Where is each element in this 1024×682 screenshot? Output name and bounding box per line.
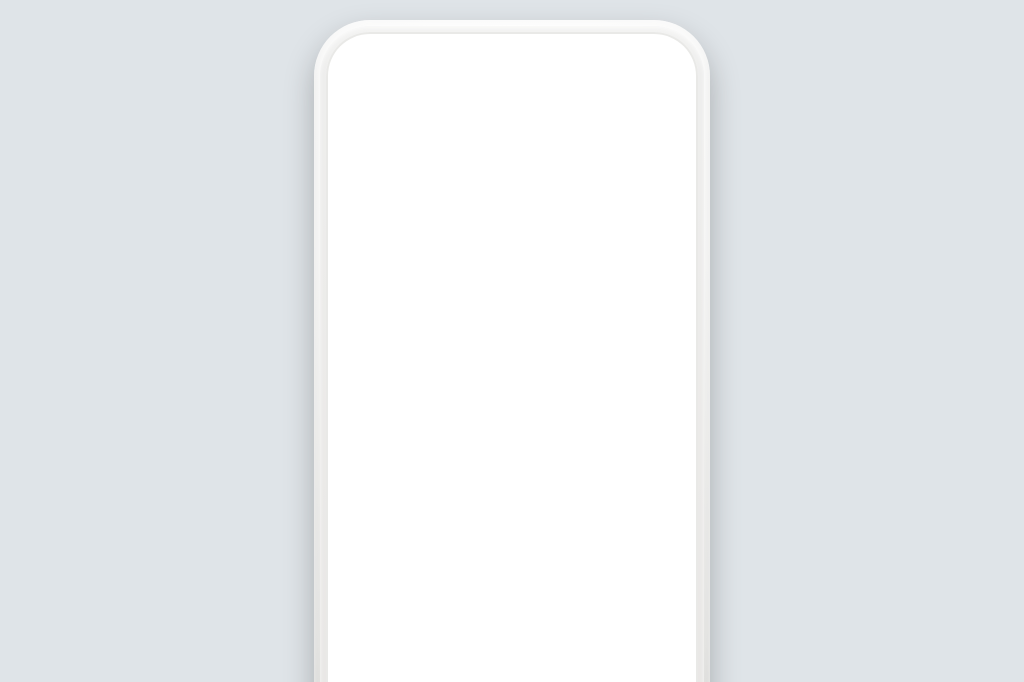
screen: 06:00 M + KAT Ort bearbeiten Landkreis H… (342, 110, 682, 682)
toggle-row: Verkehrsunfall (358, 542, 666, 587)
app-bar: M + (342, 138, 682, 198)
status-time: 06:00 (638, 117, 674, 132)
toggle-switch[interactable] (602, 417, 648, 441)
status-bar: 06:00 (342, 110, 682, 138)
enable-notifications-button[interactable]: Benachrichtigungen aktivieren (376, 249, 648, 307)
modal-scrim[interactable] (342, 110, 682, 682)
dialog-title: Ort bearbeiten (358, 152, 666, 205)
signal-icon (596, 117, 612, 131)
wifi-icon (570, 117, 588, 131)
toggle-row: Großschadenslage (358, 587, 666, 632)
toggle-row: Schulausfall (358, 407, 666, 452)
enable-notifications-label: Benachrichtigungen aktivieren (392, 259, 604, 297)
proximity-sensors (444, 60, 472, 70)
toggle-switch[interactable] (602, 642, 648, 666)
chevron-up-icon (620, 273, 634, 283)
toggle-row: Seuchenfall (358, 452, 666, 497)
selected-tab-strip (342, 220, 682, 260)
app-title: M (356, 156, 375, 181)
stage: 06:00 M + KAT Ort bearbeiten Landkreis H… (0, 0, 1024, 682)
toggle-switch[interactable] (602, 462, 648, 486)
front-camera (574, 54, 594, 74)
toggle-row: Feuer (358, 317, 666, 362)
toggle-label: Achtung (376, 644, 439, 664)
toggle-switch[interactable] (602, 597, 648, 621)
toggle-row: Achtung (358, 632, 666, 676)
toggle-label: Verkehrsunfall (376, 554, 485, 574)
battery-icon (620, 116, 630, 132)
subheader: KAT (342, 198, 682, 220)
toggle-label: Chemieunfall (376, 374, 476, 394)
toggle-label: Feuer (376, 329, 418, 349)
toggle-label: Schulausfall (376, 419, 469, 439)
toggle-switch[interactable] (602, 507, 648, 531)
edit-location-dialog: Ort bearbeiten Landkreis Heidekreis Bena… (358, 152, 666, 682)
notification-toggle-list: Feuer Chemieunfall Schulausfall Seuchenfall… (358, 317, 666, 682)
toggle-label: Großschadenslage (376, 599, 518, 619)
toggle-label: Erdrutsch / Lawine (376, 509, 518, 529)
add-icon: + (652, 144, 668, 177)
toggle-switch[interactable] (602, 552, 648, 576)
toggle-switch[interactable] (602, 327, 648, 351)
toggle-switch[interactable] (602, 372, 648, 396)
toggle-row: Erdrutsch / Lawine (358, 497, 666, 542)
toggle-row: Chemieunfall (358, 362, 666, 407)
phone-frame: 06:00 M + KAT Ort bearbeiten Landkreis H… (314, 20, 710, 682)
earpiece (456, 60, 568, 70)
subheader-label: KAT (356, 203, 379, 216)
location-name: Landkreis Heidekreis (358, 205, 666, 247)
toggle-label: Seuchenfall (376, 464, 465, 484)
